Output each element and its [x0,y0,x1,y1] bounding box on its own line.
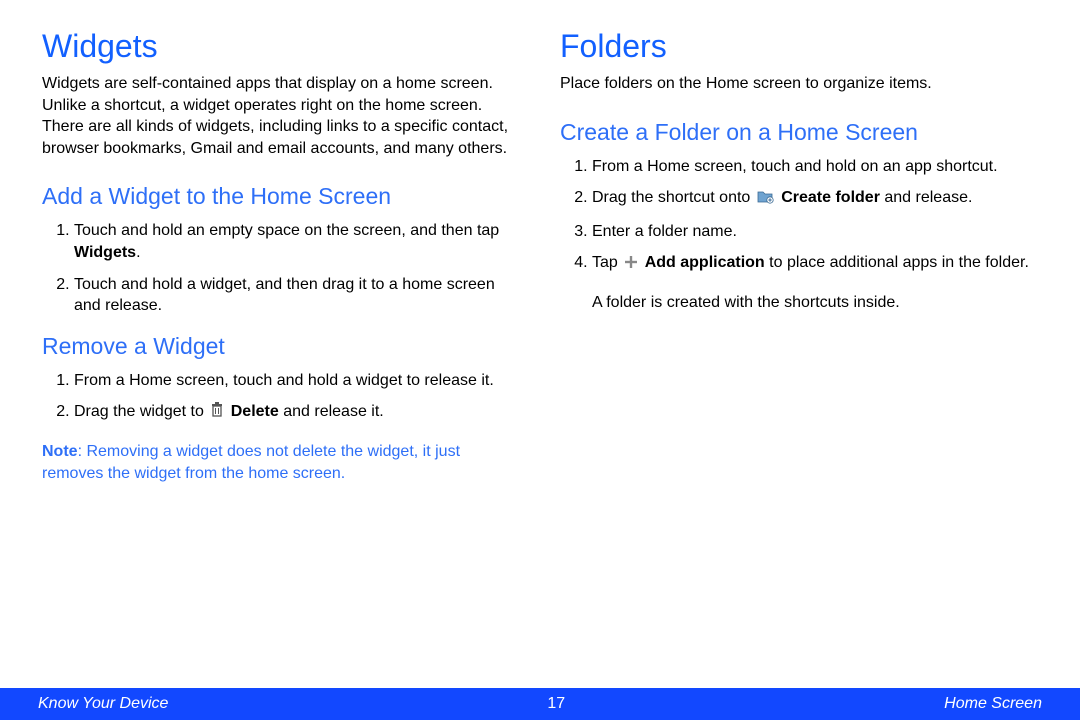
text: Tap [592,254,622,271]
remove-note: Note: Removing a widget does not delete … [42,441,520,486]
widgets-heading: Widgets [42,28,520,65]
create-folder-icon [757,189,775,211]
remove-widget-heading: Remove a Widget [42,333,520,360]
text: Drag the widget to [74,403,208,420]
delete-icon [210,402,224,425]
folders-heading: Folders [560,28,1038,65]
bold-add-application: Add application [645,254,765,271]
widgets-intro: Widgets are self-contained apps that dis… [42,73,520,159]
text: Touch and hold an empty space on the scr… [74,222,499,239]
left-column: Widgets Widgets are self-contained apps … [42,28,520,688]
footer-page-number: 17 [547,695,565,713]
create-after: A folder is created with the shortcuts i… [592,292,1038,314]
content: Widgets Widgets are self-contained apps … [0,0,1080,688]
footer: Know Your Device 17 Home Screen [0,688,1080,720]
text: and release it. [279,403,384,420]
plus-icon [624,254,638,276]
note-label: Note [42,443,78,460]
footer-right: Home Screen [944,695,1042,713]
add-widget-steps: Touch and hold an empty space on the scr… [42,220,520,316]
create-step-3: Enter a folder name. [592,221,1038,243]
bold-create-folder: Create folder [781,189,880,206]
create-step-1: From a Home screen, touch and hold on an… [592,156,1038,178]
footer-left: Know Your Device [38,695,168,713]
text: . [136,244,140,261]
bold-widgets: Widgets [74,244,136,261]
add-widget-heading: Add a Widget to the Home Screen [42,183,520,210]
add-step-1: Touch and hold an empty space on the scr… [74,220,520,263]
add-step-2: Touch and hold a widget, and then drag i… [74,274,520,317]
create-folder-heading: Create a Folder on a Home Screen [560,119,1038,146]
text: to place additional apps in the folder. [765,254,1029,271]
remove-widget-steps: From a Home screen, touch and hold a wid… [42,370,520,425]
remove-step-1: From a Home screen, touch and hold a wid… [74,370,520,392]
text: and release. [880,189,973,206]
text: Drag the shortcut onto [592,189,755,206]
folders-intro: Place folders on the Home screen to orga… [560,73,1038,95]
create-step-4: Tap Add application to place additional … [592,252,1038,276]
create-step-2: Drag the shortcut onto Create folder and… [592,187,1038,211]
note-text: : Removing a widget does not delete the … [42,443,460,482]
bold-delete: Delete [231,403,279,420]
right-column: Folders Place folders on the Home screen… [560,28,1038,688]
create-folder-steps: From a Home screen, touch and hold on an… [560,156,1038,276]
remove-step-2: Drag the widget to Delete and release it… [74,401,520,425]
